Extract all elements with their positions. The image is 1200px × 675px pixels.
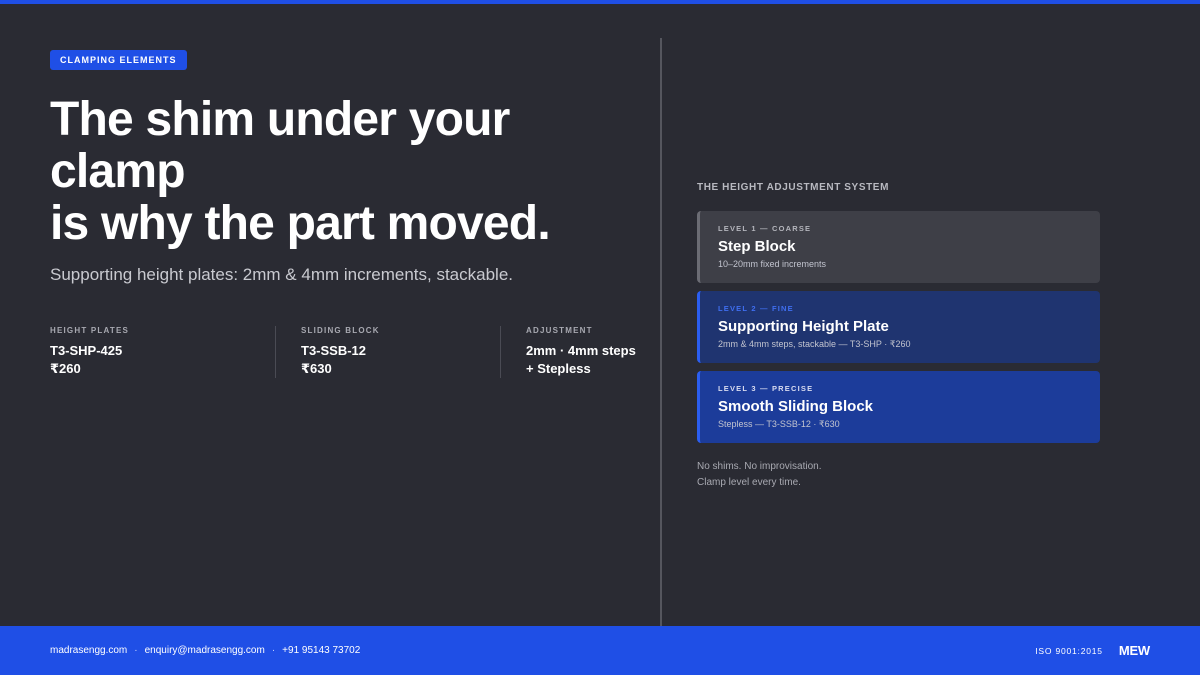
subheadline: Supporting height plates: 2mm & 4mm incr… — [50, 265, 513, 284]
company-logo: MEW — [1118, 643, 1150, 658]
level-tag: LEVEL 1 — COARSE — [718, 224, 812, 233]
closing-note: No shims. No improvisation. Clamp level … — [697, 459, 1100, 491]
hero-section: CLAMPING ELEMENTS The shim under your cl… — [50, 50, 640, 286]
spec-row: HEIGHT PLATES T3-SHP-425 ₹260 SLIDING BL… — [50, 326, 725, 378]
level-name: Supporting Height Plate — [718, 318, 889, 335]
website-link[interactable]: madrasengg.com — [50, 645, 127, 656]
level-card-precise: LEVEL 3 — PRECISE Smooth Sliding Block S… — [697, 371, 1100, 443]
level-card-coarse: LEVEL 1 — COARSE Step Block 10–20mm fixe… — [697, 211, 1100, 283]
separator: · — [134, 645, 138, 656]
spec-price: ₹260 — [50, 361, 81, 376]
footer-bar: madrasengg.com · enquiry@madrasengg.com … — [0, 626, 1200, 675]
level-tag: LEVEL 3 — PRECISE — [718, 384, 814, 393]
spec-sliding-block: SLIDING BLOCK T3-SSB-12 ₹630 — [275, 326, 500, 378]
note-line-1: No shims. No improvisation. — [697, 461, 822, 472]
page-title: The shim under your clamp is why the par… — [50, 94, 640, 250]
section-title: THE HEIGHT ADJUSTMENT SYSTEM — [697, 182, 889, 193]
vertical-divider — [660, 38, 662, 626]
headline-line-1: The shim under your — [50, 93, 510, 146]
note-line-2: Clamp level every time. — [697, 477, 801, 488]
spec-part-number: T3-SHP-425 — [50, 343, 123, 358]
level-description: 2mm & 4mm steps, stackable — T3-SHP · ₹2… — [718, 339, 911, 349]
footer-branding: ISO 9001:2015 MEW — [1035, 643, 1150, 658]
spec-value: T3-SHP-425 ₹260 — [50, 342, 275, 378]
spec-value: T3-SSB-12 ₹630 — [301, 342, 500, 378]
spec-price: ₹630 — [301, 361, 332, 376]
spec-value: 2mm · 4mm steps + Stepless — [526, 342, 725, 378]
level-tag: LEVEL 2 — FINE — [718, 304, 794, 313]
category-badge: CLAMPING ELEMENTS — [50, 50, 187, 70]
spec-label: ADJUSTMENT — [526, 326, 593, 335]
spec-part-number: T3-SSB-12 — [301, 343, 367, 358]
headline-line-2: clamp — [50, 145, 186, 198]
headline-line-3: is why the part moved. — [50, 197, 551, 250]
level-name: Step Block — [718, 238, 796, 255]
level-name: Smooth Sliding Block — [718, 398, 874, 415]
spec-height-plates: HEIGHT PLATES T3-SHP-425 ₹260 — [50, 326, 275, 378]
level-description: Stepless — T3-SSB-12 · ₹630 — [718, 419, 840, 429]
phone-link[interactable]: +91 95143 73702 — [282, 645, 360, 656]
spec-steps: 2mm · 4mm steps — [526, 343, 636, 358]
height-system-section: THE HEIGHT ADJUSTMENT SYSTEM LEVEL 1 — C… — [697, 182, 1100, 491]
spec-label: SLIDING BLOCK — [301, 326, 380, 335]
iso-certification: ISO 9001:2015 — [1035, 645, 1103, 656]
spec-label: HEIGHT PLATES — [50, 326, 130, 335]
spec-adjustment: ADJUSTMENT 2mm · 4mm steps + Stepless — [500, 326, 725, 378]
contact-info: madrasengg.com · enquiry@madrasengg.com … — [50, 645, 360, 656]
level-card-fine: LEVEL 2 — FINE Supporting Height Plate 2… — [697, 291, 1100, 363]
separator: · — [271, 645, 276, 656]
email-link[interactable]: enquiry@madrasengg.com — [145, 645, 265, 656]
top-accent-bar — [0, 0, 1200, 4]
level-description: 10–20mm fixed increments — [718, 259, 827, 269]
level-list: LEVEL 1 — COARSE Step Block 10–20mm fixe… — [697, 211, 1100, 443]
spec-stepless: + Stepless — [526, 361, 591, 376]
